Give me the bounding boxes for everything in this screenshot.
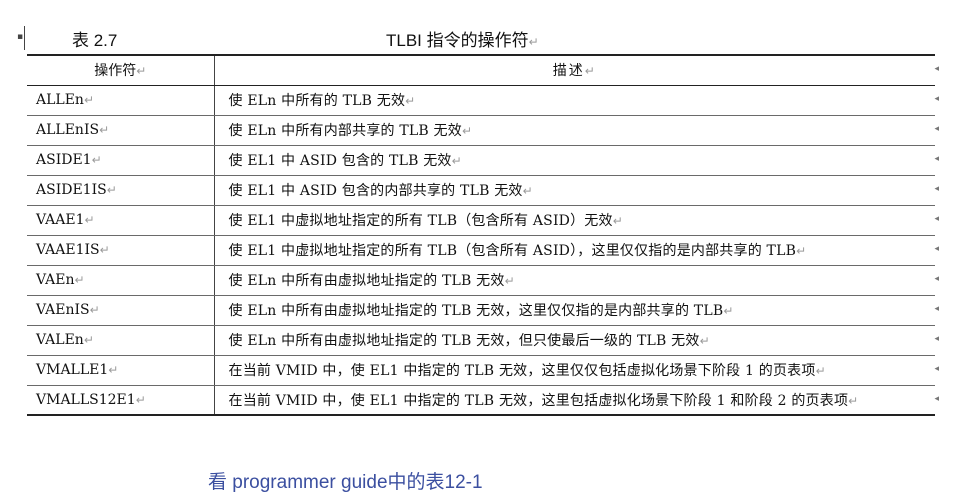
table-row: ASIDE1↵ 使 EL1 中 ASID 包含的 TLB 无效↵ [27, 145, 935, 176]
operand-cell: VAEnIS↵ [27, 295, 215, 326]
table-row: ALLEnIS↵ 使 ELn 中所有内部共享的 TLB 无效↵ [27, 115, 935, 146]
table-row: VALEn↵ 使 ELn 中所有由虚拟地址指定的 TLB 无效，但只使最后一级的 … [27, 325, 935, 356]
description-cell: 使 EL1 中 ASID 包含的内部共享的 TLB 无效↵ [214, 175, 935, 206]
text-cursor-bar [24, 26, 25, 50]
operand-cell: VAAE1↵ [27, 205, 215, 236]
table-row: ALLEn↵ 使 ELn 中所有的 TLB 无效↵ [27, 85, 935, 116]
row-end-marker: ◂ [934, 364, 939, 374]
description-cell: 使 ELn 中所有由虚拟地址指定的 TLB 无效，这里仅仅指的是内部共享的 TL… [214, 295, 935, 326]
operand-cell: VALEn↵ [27, 325, 215, 356]
description-cell: 在当前 VMID 中，使 EL1 中指定的 TLB 无效，这里仅仅包括虚拟化场景… [214, 355, 935, 386]
table-row: ASIDE1IS↵ 使 EL1 中 ASID 包含的内部共享的 TLB 无效↵ [27, 175, 935, 206]
table-row: VAEnIS↵ 使 ELn 中所有由虚拟地址指定的 TLB 无效，这里仅仅指的是内… [27, 295, 935, 326]
row-end-marker: ◂ [934, 244, 939, 254]
row-end-marker: ◂ [934, 274, 939, 284]
table-row: VAAE1IS↵ 使 EL1 中虚拟地址指定的所有 TLB（包含所有 ASID），… [27, 235, 935, 266]
operand-cell: ASIDE1IS↵ [27, 175, 215, 206]
footnote: 看 programmer guide中的表12-1 [208, 472, 483, 493]
table-row: VMALLE1↵ 在当前 VMID 中，使 EL1 中指定的 TLB 无效，这里仅… [27, 355, 935, 386]
row-end-marker: ◂ [934, 184, 939, 194]
table-caption: ▪ 表 2.7 TLBI 指令的操作符↵ [0, 22, 957, 52]
row-end-marker: ◂ [934, 154, 939, 164]
table-row: VMALLS12E1↵ 在当前 VMID 中，使 EL1 中指定的 TLB 无效，… [27, 385, 935, 416]
description-cell: 使 ELn 中所有的 TLB 无效↵ [214, 85, 935, 116]
row-end-marker: ◂ [934, 64, 939, 74]
row-end-marker: ◂ [934, 214, 939, 224]
table-number: 表 2.7 [72, 31, 118, 50]
paragraph-anchor-icon: ▪ [17, 32, 24, 42]
tlbi-operand-table: 操作符↵ 描述↵ ALLEn↵ 使 ELn 中所有的 TLB 无效↵ ALLEnIS… [27, 54, 935, 416]
description-cell: 在当前 VMID 中，使 EL1 中指定的 TLB 无效，这里包括虚拟化场景下阶… [214, 385, 935, 416]
operand-cell: VMALLS12E1↵ [27, 385, 215, 416]
row-end-marker: ◂ [934, 124, 939, 134]
operand-cell: VAEn↵ [27, 265, 215, 296]
description-cell: 使 ELn 中所有内部共享的 TLB 无效↵ [214, 115, 935, 146]
row-end-marker: ◂ [934, 304, 939, 314]
description-cell: 使 ELn 中所有由虚拟地址指定的 TLB 无效，但只使最后一级的 TLB 无效… [214, 325, 935, 356]
table-row: VAAE1↵ 使 EL1 中虚拟地址指定的所有 TLB（包含所有 ASID）无效↵ [27, 205, 935, 236]
header-description: 描述↵ [214, 54, 935, 86]
operand-cell: VAAE1IS↵ [27, 235, 215, 266]
operand-cell: ASIDE1↵ [27, 145, 215, 176]
table-title: TLBI 指令的操作符↵ [386, 31, 539, 50]
row-end-marker: ◂ [934, 94, 939, 104]
table-row: VAEn↵ 使 ELn 中所有由虚拟地址指定的 TLB 无效↵ [27, 265, 935, 296]
row-end-marker: ◂ [934, 394, 939, 404]
description-cell: 使 EL1 中虚拟地址指定的所有 TLB（包含所有 ASID），这里仅仅指的是内… [214, 235, 935, 266]
row-end-marker: ◂ [934, 334, 939, 344]
table-header-row: 操作符↵ 描述↵ [27, 54, 935, 86]
operand-cell: VMALLE1↵ [27, 355, 215, 386]
description-cell: 使 EL1 中 ASID 包含的 TLB 无效↵ [214, 145, 935, 176]
operand-cell: ALLEnIS↵ [27, 115, 215, 146]
header-operand: 操作符↵ [27, 54, 215, 86]
operand-cell: ALLEn↵ [27, 85, 215, 116]
description-cell: 使 ELn 中所有由虚拟地址指定的 TLB 无效↵ [214, 265, 935, 296]
description-cell: 使 EL1 中虚拟地址指定的所有 TLB（包含所有 ASID）无效↵ [214, 205, 935, 236]
